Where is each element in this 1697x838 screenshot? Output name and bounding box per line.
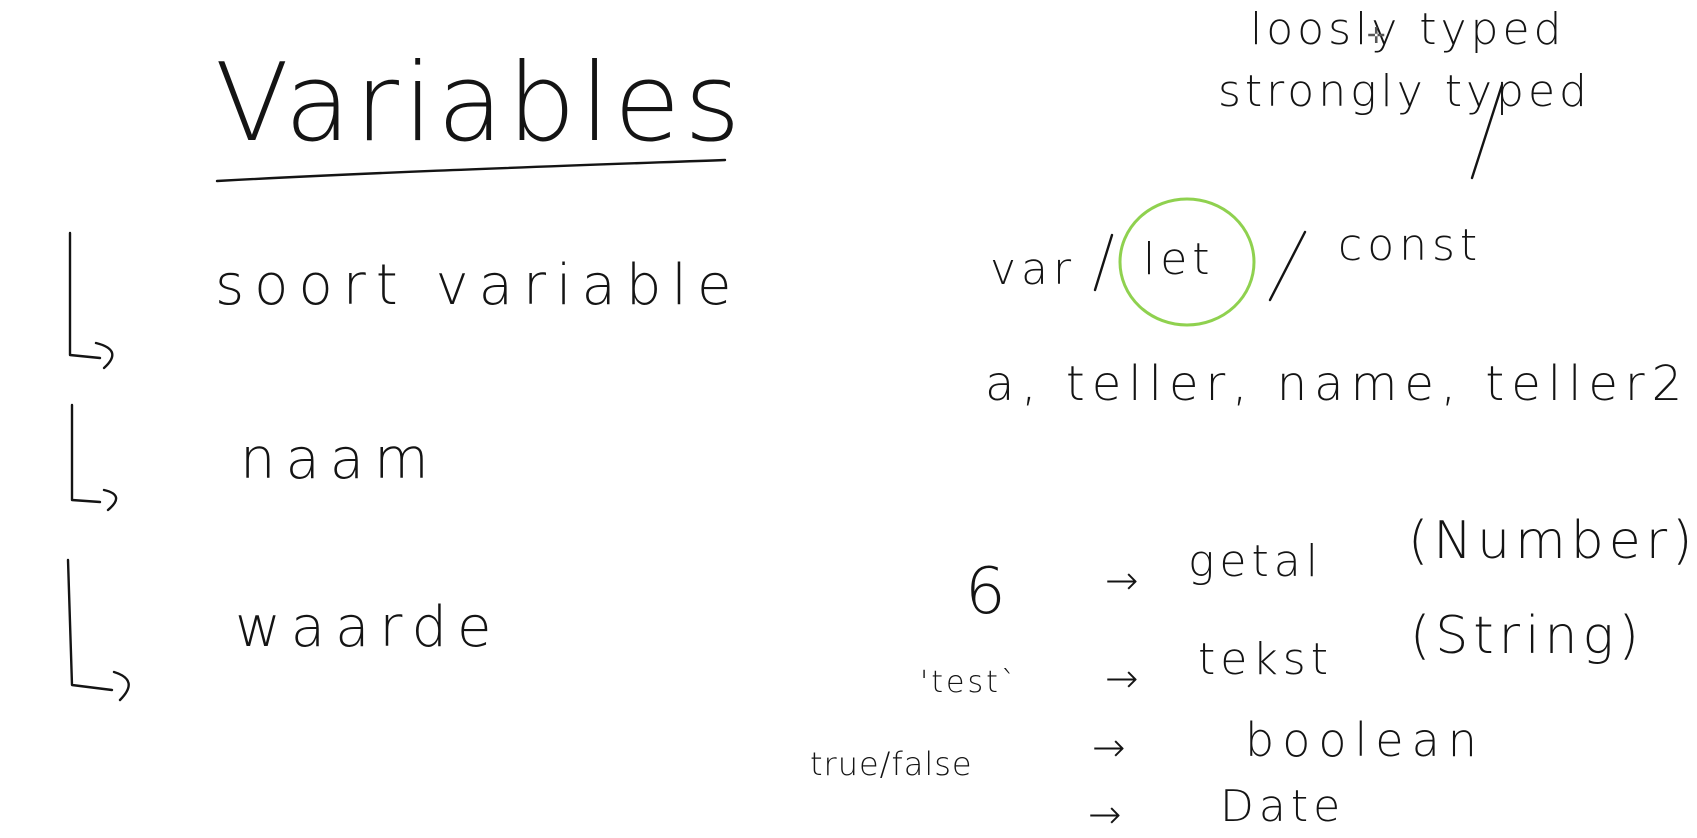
- example-type-boolean: boolean: [1245, 713, 1485, 767]
- example-type-getal: getal: [1188, 536, 1323, 587]
- list-item-waarde: waarde: [235, 595, 502, 660]
- arrow-right-icon: →: [1105, 558, 1139, 604]
- arrow-right-icon: →: [1105, 656, 1139, 702]
- loosly-typed-note: loosly typed: [1250, 4, 1566, 55]
- arrow-right-icon: →: [1088, 792, 1122, 838]
- list-item-soort-variable: soort variable: [215, 253, 742, 318]
- keyword-var: var: [990, 244, 1077, 295]
- example-name-number: (Number): [1408, 511, 1697, 571]
- crosshair-cursor-icon: ✛: [1367, 24, 1386, 49]
- keyword-let: let: [1143, 234, 1215, 285]
- example-type-tekst: tekst: [1198, 634, 1333, 685]
- keyword-const: const: [1338, 220, 1483, 271]
- example-value-string: 'test`: [920, 665, 1019, 700]
- variable-names-example: a, teller, name, teller2: [985, 356, 1690, 412]
- example-value-boolean: true/false: [810, 745, 973, 783]
- example-type-date: Date: [1220, 781, 1346, 832]
- page-title: Variables: [215, 41, 745, 166]
- arrow-right-icon: →: [1092, 725, 1126, 771]
- example-name-string: (String): [1410, 606, 1644, 666]
- example-value-number: 6: [965, 555, 1011, 629]
- list-item-naam: naam: [240, 427, 439, 492]
- strongly-typed-note: strongly typed: [1218, 66, 1591, 117]
